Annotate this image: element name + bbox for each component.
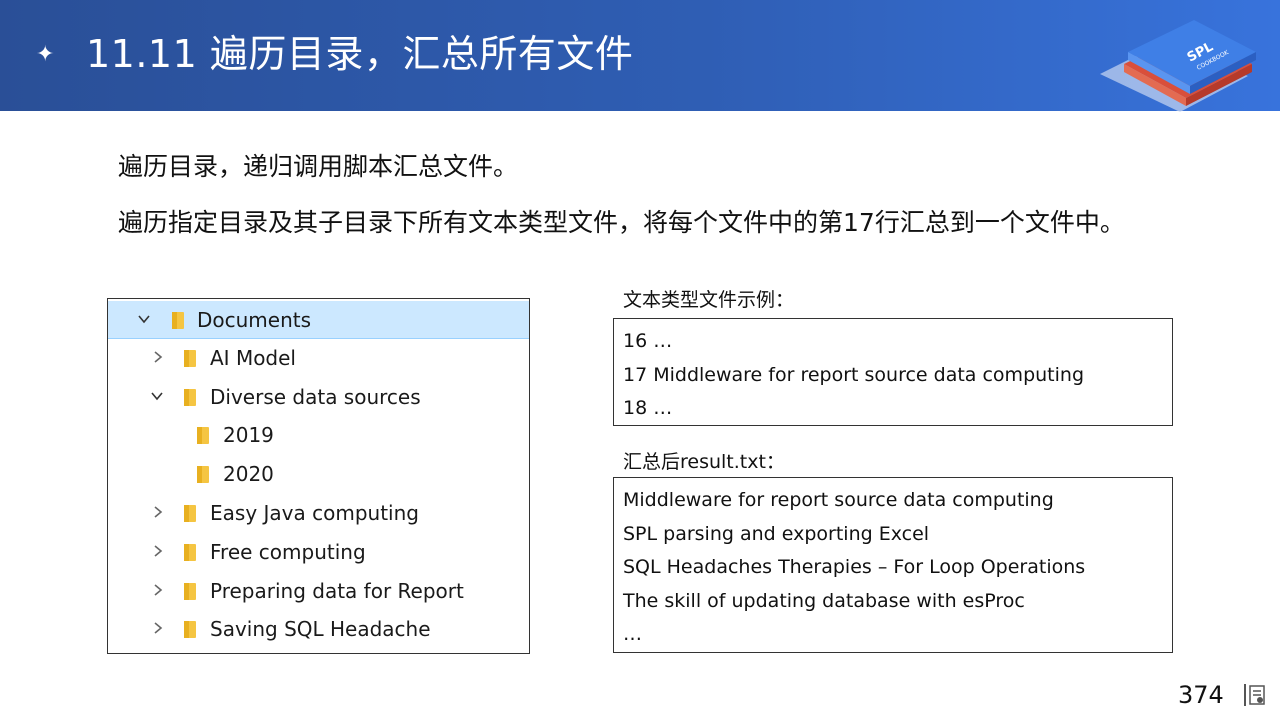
- chevron-right-icon[interactable]: [151, 505, 165, 519]
- result-file-box: Middleware for report source data comput…: [613, 477, 1173, 653]
- tree-item-label: Documents: [197, 308, 312, 332]
- page-number: 374: [1178, 681, 1224, 709]
- slide-header: ✦ 11.11 遍历目录，汇总所有文件 SPL COOKBOOK: [0, 0, 1280, 112]
- tree-item-easy-java-computing[interactable]: Easy Java computing: [108, 494, 529, 532]
- result-line: Middleware for report source data comput…: [623, 489, 1054, 511]
- folder-icon: [184, 544, 196, 561]
- tree-item-free-computing[interactable]: Free computing: [108, 533, 529, 571]
- folder-icon: [197, 466, 209, 483]
- tree-item-label: Saving SQL Headache: [210, 617, 431, 641]
- folder-icon: [184, 505, 196, 522]
- folder-icon: [184, 621, 196, 638]
- example-line: 16 …: [623, 330, 673, 352]
- example-caption: 文本类型文件示例：: [623, 289, 795, 311]
- chevron-right-icon[interactable]: [151, 583, 165, 597]
- chevron-down-icon[interactable]: [150, 389, 164, 403]
- tree-item-documents[interactable]: Documents: [108, 301, 529, 339]
- description-line-2: 遍历指定目录及其子目录下所有文本类型文件，将每个文件中的第17行汇总到一个文件中…: [118, 208, 1125, 237]
- folder-icon: [184, 389, 196, 406]
- tree-item-ai-model[interactable]: AI Model: [108, 339, 529, 377]
- tree-item-label: Diverse data sources: [210, 385, 421, 409]
- result-line: SQL Headaches Therapies – For Loop Opera…: [623, 556, 1086, 578]
- tree-item-2020[interactable]: 2020: [108, 455, 529, 493]
- tree-item-diverse-data-sources[interactable]: Diverse data sources: [108, 378, 529, 416]
- folder-icon: [197, 427, 209, 444]
- chevron-right-icon[interactable]: [151, 544, 165, 558]
- tree-item-2019[interactable]: 2019: [108, 416, 529, 454]
- result-line: The skill of updating database with esPr…: [623, 590, 1025, 612]
- folder-icon: [172, 312, 184, 329]
- example-file-box: 16 … 17 Middleware for report source dat…: [613, 318, 1173, 426]
- folder-icon: [184, 350, 196, 367]
- tree-item-label: Free computing: [210, 540, 366, 564]
- tree-item-label: 2020: [223, 462, 274, 486]
- tree-item-label: 2019: [223, 423, 274, 447]
- tree-item-saving-sql-headache[interactable]: Saving SQL Headache: [108, 610, 529, 648]
- result-caption: 汇总后result.txt：: [623, 451, 785, 473]
- tree-item-preparing-data-for-report[interactable]: Preparing data for Report: [108, 572, 529, 610]
- example-line: 18 …: [623, 397, 673, 419]
- folder-icon: [184, 583, 196, 600]
- slide-title: 11.11 遍历目录，汇总所有文件: [86, 32, 634, 76]
- description-line-1: 遍历目录，递归调用脚本汇总文件。: [118, 152, 519, 181]
- result-line: …: [623, 623, 642, 645]
- slide-notes-icon[interactable]: [1244, 684, 1266, 706]
- tree-item-label: AI Model: [210, 346, 296, 370]
- chevron-right-icon[interactable]: [151, 350, 165, 364]
- tree-item-label: Preparing data for Report: [210, 579, 464, 603]
- sparkle-icon: ✦: [36, 42, 55, 67]
- spl-cookbook-logo: SPL COOKBOOK: [1100, 20, 1256, 112]
- example-line: 17 Middleware for report source data com…: [623, 364, 1085, 386]
- chevron-down-icon[interactable]: [137, 312, 151, 326]
- result-line: SPL parsing and exporting Excel: [623, 523, 930, 545]
- folder-tree: Documents AI Model Diverse data sources …: [107, 298, 530, 654]
- chevron-right-icon[interactable]: [151, 621, 165, 635]
- tree-item-label: Easy Java computing: [210, 501, 419, 525]
